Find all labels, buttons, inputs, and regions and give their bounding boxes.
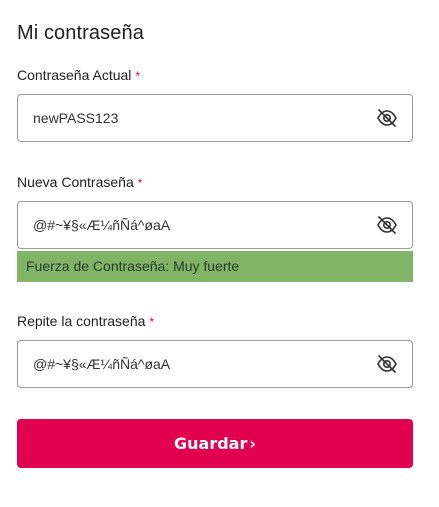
new-password-label-text: Nueva Contraseña (17, 174, 134, 190)
current-password-label: Contraseña Actual * (17, 67, 140, 83)
eye-slash-icon[interactable] (376, 108, 398, 128)
eye-slash-icon[interactable] (376, 215, 398, 235)
required-mark: * (149, 315, 155, 329)
current-password-label-text: Contraseña Actual (17, 67, 132, 83)
page-title: Mi contraseña (17, 22, 144, 44)
eye-slash-icon[interactable] (376, 354, 398, 374)
repeat-password-label-text: Repite la contraseña (17, 313, 146, 329)
repeat-password-label: Repite la contraseña * (17, 313, 154, 329)
repeat-password-input[interactable] (33, 341, 363, 387)
required-mark: * (135, 69, 141, 83)
required-mark: * (137, 176, 143, 190)
save-button[interactable]: Guardar › (17, 419, 413, 468)
password-strength-indicator: Fuerza de Contraseña: Muy fuerte (17, 251, 413, 282)
current-password-field (17, 94, 413, 142)
new-password-field (17, 201, 413, 249)
new-password-input[interactable] (33, 202, 363, 248)
current-password-input[interactable] (33, 95, 363, 141)
new-password-label: Nueva Contraseña * (17, 174, 142, 190)
chevron-right-icon: › (249, 434, 256, 453)
save-button-label: Guardar (174, 434, 248, 453)
repeat-password-field (17, 340, 413, 388)
